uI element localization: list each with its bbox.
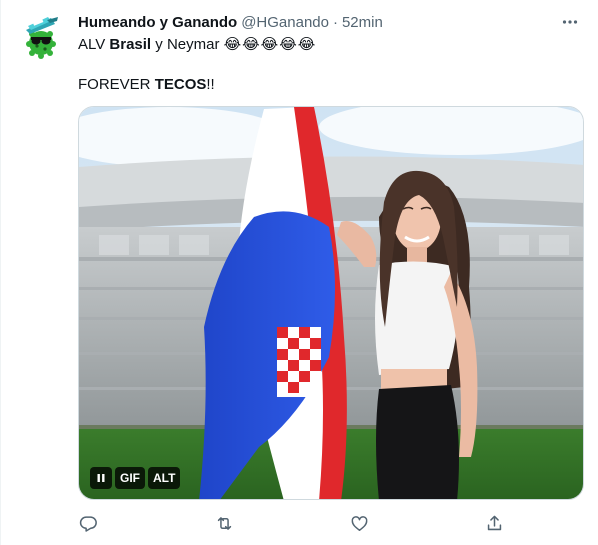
pause-icon [97,474,105,482]
share-button[interactable] [481,510,507,536]
gif-frame [79,107,583,499]
text-segment: !! [206,76,215,93]
gif-badge: GIF [115,467,145,489]
gif-media[interactable]: GIF ALT [78,106,584,500]
reply-icon [79,515,97,532]
more-button[interactable] [558,10,582,34]
laughing-emoji: 😂😂😂😂😂 [223,35,317,53]
tweet-card[interactable]: Humeando y Ganando @HGanando · 52min ALV… [0,0,598,545]
share-icon [487,515,501,530]
text-segment: FOREVER [78,76,155,93]
like-button[interactable] [346,510,372,536]
user-handle[interactable]: @HGanando [241,14,329,31]
display-name[interactable]: Humeando y Ganando [78,14,237,31]
text-bold-segment: TECOS [154,76,207,93]
tweet-header: Humeando y Ganando @HGanando · 52min [78,12,582,32]
gif-controls: GIF ALT [90,467,181,489]
avatar-image [26,17,58,59]
alt-button[interactable]: ALT [148,467,181,489]
avatar[interactable] [17,12,65,60]
pause-button[interactable] [90,467,112,489]
tweet-text-line-1: ALV Brasil y Neymar 😂😂😂😂😂 [78,34,316,55]
tweet-text-line-2: FOREVER TECOS!! [78,75,215,95]
text-segment: ALV [78,36,110,53]
text-bold-segment: Brasil [109,36,152,53]
more-icon [562,20,578,24]
separator-dot: · [332,13,338,31]
retweet-button[interactable] [211,510,237,536]
tweet-actions [78,510,508,536]
like-icon [351,515,367,531]
retweet-icon [217,516,231,530]
reply-button[interactable] [75,510,101,536]
timestamp[interactable]: 52min [342,14,383,31]
text-segment: y Neymar [151,36,224,53]
